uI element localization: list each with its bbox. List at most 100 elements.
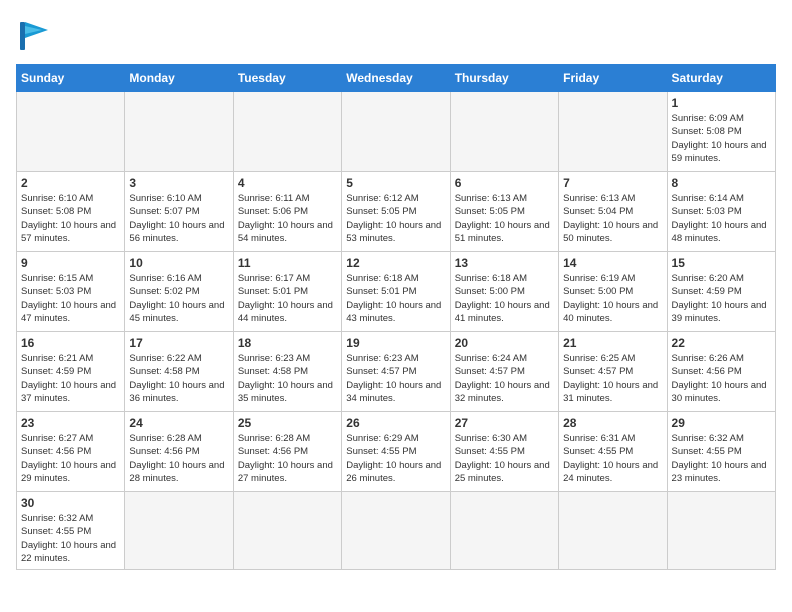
day-number: 5	[346, 176, 445, 190]
cell-info: Sunrise: 6:26 AMSunset: 4:56 PMDaylight:…	[672, 352, 771, 405]
header-saturday: Saturday	[667, 65, 775, 92]
calendar-cell: 6 Sunrise: 6:13 AMSunset: 5:05 PMDaylight…	[450, 172, 558, 252]
cell-info: Sunrise: 6:12 AMSunset: 5:05 PMDaylight:…	[346, 192, 445, 245]
day-number: 6	[455, 176, 554, 190]
calendar-cell: 2 Sunrise: 6:10 AMSunset: 5:08 PMDaylight…	[17, 172, 125, 252]
calendar-week-row: 16 Sunrise: 6:21 AMSunset: 4:59 PMDayligh…	[17, 332, 776, 412]
cell-info: Sunrise: 6:16 AMSunset: 5:02 PMDaylight:…	[129, 272, 228, 325]
calendar-cell: 23Sunrise: 6:27 AMSunset: 4:56 PMDayligh…	[17, 412, 125, 492]
day-number: 10	[129, 256, 228, 270]
calendar-cell	[450, 92, 558, 172]
cell-info: Sunrise: 6:11 AMSunset: 5:06 PMDaylight:…	[238, 192, 337, 245]
calendar-cell: 15 Sunrise: 6:20 AMSunset: 4:59 PMDayligh…	[667, 252, 775, 332]
calendar-cell: 26 Sunrise: 6:29 AMSunset: 4:55 PMDayligh…	[342, 412, 450, 492]
day-number: 7	[563, 176, 662, 190]
cell-info: Sunrise: 6:23 AMSunset: 4:57 PMDaylight:…	[346, 352, 445, 405]
day-number: 13	[455, 256, 554, 270]
calendar-cell: 7 Sunrise: 6:13 AMSunset: 5:04 PMDaylight…	[559, 172, 667, 252]
cell-info: Sunrise: 6:28 AMSunset: 4:56 PMDaylight:…	[129, 432, 228, 485]
calendar-cell	[233, 92, 341, 172]
cell-info: Sunrise: 6:18 AMSunset: 5:01 PMDaylight:…	[346, 272, 445, 325]
cell-info: Sunrise: 6:23 AMSunset: 4:58 PMDaylight:…	[238, 352, 337, 405]
cell-info: Sunrise: 6:15 AMSunset: 5:03 PMDaylight:…	[21, 272, 120, 325]
calendar-cell	[667, 492, 775, 570]
day-number: 1	[672, 96, 771, 110]
day-number: 16	[21, 336, 120, 350]
calendar-cell: 1 Sunrise: 6:09 AMSunset: 5:08 PMDaylight…	[667, 92, 775, 172]
calendar-cell	[342, 492, 450, 570]
calendar-cell: 16 Sunrise: 6:21 AMSunset: 4:59 PMDayligh…	[17, 332, 125, 412]
day-number: 22	[672, 336, 771, 350]
day-number: 15	[672, 256, 771, 270]
day-number: 18	[238, 336, 337, 350]
calendar-week-row: 1 Sunrise: 6:09 AMSunset: 5:08 PMDaylight…	[17, 92, 776, 172]
calendar-cell: 3Sunrise: 6:10 AMSunset: 5:07 PMDaylight…	[125, 172, 233, 252]
day-number: 19	[346, 336, 445, 350]
calendar-cell: 14Sunrise: 6:19 AMSunset: 5:00 PMDayligh…	[559, 252, 667, 332]
cell-info: Sunrise: 6:10 AMSunset: 5:07 PMDaylight:…	[129, 192, 228, 245]
calendar-cell: 17Sunrise: 6:22 AMSunset: 4:58 PMDayligh…	[125, 332, 233, 412]
cell-info: Sunrise: 6:17 AMSunset: 5:01 PMDaylight:…	[238, 272, 337, 325]
calendar-cell: 4Sunrise: 6:11 AMSunset: 5:06 PMDaylight…	[233, 172, 341, 252]
cell-info: Sunrise: 6:20 AMSunset: 4:59 PMDaylight:…	[672, 272, 771, 325]
cell-info: Sunrise: 6:32 AMSunset: 4:55 PMDaylight:…	[672, 432, 771, 485]
day-number: 9	[21, 256, 120, 270]
cell-info: Sunrise: 6:29 AMSunset: 4:55 PMDaylight:…	[346, 432, 445, 485]
calendar-cell: 24 Sunrise: 6:28 AMSunset: 4:56 PMDayligh…	[125, 412, 233, 492]
day-number: 2	[21, 176, 120, 190]
cell-info: Sunrise: 6:10 AMSunset: 5:08 PMDaylight:…	[21, 192, 120, 245]
calendar-week-row: 23Sunrise: 6:27 AMSunset: 4:56 PMDayligh…	[17, 412, 776, 492]
cell-info: Sunrise: 6:25 AMSunset: 4:57 PMDaylight:…	[563, 352, 662, 405]
calendar-cell	[559, 92, 667, 172]
calendar-cell: 8Sunrise: 6:14 AMSunset: 5:03 PMDaylight…	[667, 172, 775, 252]
cell-info: Sunrise: 6:19 AMSunset: 5:00 PMDaylight:…	[563, 272, 662, 325]
day-number: 26	[346, 416, 445, 430]
cell-info: Sunrise: 6:24 AMSunset: 4:57 PMDaylight:…	[455, 352, 554, 405]
cell-info: Sunrise: 6:13 AMSunset: 5:05 PMDaylight:…	[455, 192, 554, 245]
day-number: 11	[238, 256, 337, 270]
day-number: 27	[455, 416, 554, 430]
logo	[16, 16, 60, 56]
cell-info: Sunrise: 6:31 AMSunset: 4:55 PMDaylight:…	[563, 432, 662, 485]
calendar-cell: 11 Sunrise: 6:17 AMSunset: 5:01 PMDayligh…	[233, 252, 341, 332]
header-monday: Monday	[125, 65, 233, 92]
calendar-cell: 5 Sunrise: 6:12 AMSunset: 5:05 PMDaylight…	[342, 172, 450, 252]
cell-info: Sunrise: 6:21 AMSunset: 4:59 PMDaylight:…	[21, 352, 120, 405]
day-number: 20	[455, 336, 554, 350]
calendar-cell	[17, 92, 125, 172]
calendar-cell: 25 Sunrise: 6:28 AMSunset: 4:56 PMDayligh…	[233, 412, 341, 492]
header-thursday: Thursday	[450, 65, 558, 92]
calendar-cell: 22 Sunrise: 6:26 AMSunset: 4:56 PMDayligh…	[667, 332, 775, 412]
calendar-cell	[450, 492, 558, 570]
header-wednesday: Wednesday	[342, 65, 450, 92]
header-friday: Friday	[559, 65, 667, 92]
calendar-cell: 18 Sunrise: 6:23 AMSunset: 4:58 PMDayligh…	[233, 332, 341, 412]
day-number: 21	[563, 336, 662, 350]
calendar-cell: 10 Sunrise: 6:16 AMSunset: 5:02 PMDayligh…	[125, 252, 233, 332]
cell-info: Sunrise: 6:32 AMSunset: 4:55 PMDaylight:…	[21, 512, 120, 565]
calendar-cell: 12 Sunrise: 6:18 AMSunset: 5:01 PMDayligh…	[342, 252, 450, 332]
calendar-cell: 29 Sunrise: 6:32 AMSunset: 4:55 PMDayligh…	[667, 412, 775, 492]
cell-info: Sunrise: 6:27 AMSunset: 4:56 PMDaylight:…	[21, 432, 120, 485]
day-number: 25	[238, 416, 337, 430]
day-number: 28	[563, 416, 662, 430]
day-number: 12	[346, 256, 445, 270]
day-number: 8	[672, 176, 771, 190]
cell-info: Sunrise: 6:28 AMSunset: 4:56 PMDaylight:…	[238, 432, 337, 485]
calendar-week-row: 30 Sunrise: 6:32 AMSunset: 4:55 PMDayligh…	[17, 492, 776, 570]
calendar-cell: 13 Sunrise: 6:18 AMSunset: 5:00 PMDayligh…	[450, 252, 558, 332]
logo-icon	[16, 16, 56, 56]
cell-info: Sunrise: 6:18 AMSunset: 5:00 PMDaylight:…	[455, 272, 554, 325]
day-number: 29	[672, 416, 771, 430]
calendar-cell	[342, 92, 450, 172]
cell-info: Sunrise: 6:09 AMSunset: 5:08 PMDaylight:…	[672, 112, 771, 165]
calendar-header-row: SundayMondayTuesdayWednesdayThursdayFrid…	[17, 65, 776, 92]
cell-info: Sunrise: 6:30 AMSunset: 4:55 PMDaylight:…	[455, 432, 554, 485]
calendar-cell: 30 Sunrise: 6:32 AMSunset: 4:55 PMDayligh…	[17, 492, 125, 570]
calendar-table: SundayMondayTuesdayWednesdayThursdayFrid…	[16, 64, 776, 570]
calendar-cell: 28 Sunrise: 6:31 AMSunset: 4:55 PMDayligh…	[559, 412, 667, 492]
day-number: 30	[21, 496, 120, 510]
calendar-cell	[125, 92, 233, 172]
cell-info: Sunrise: 6:13 AMSunset: 5:04 PMDaylight:…	[563, 192, 662, 245]
day-number: 24	[129, 416, 228, 430]
